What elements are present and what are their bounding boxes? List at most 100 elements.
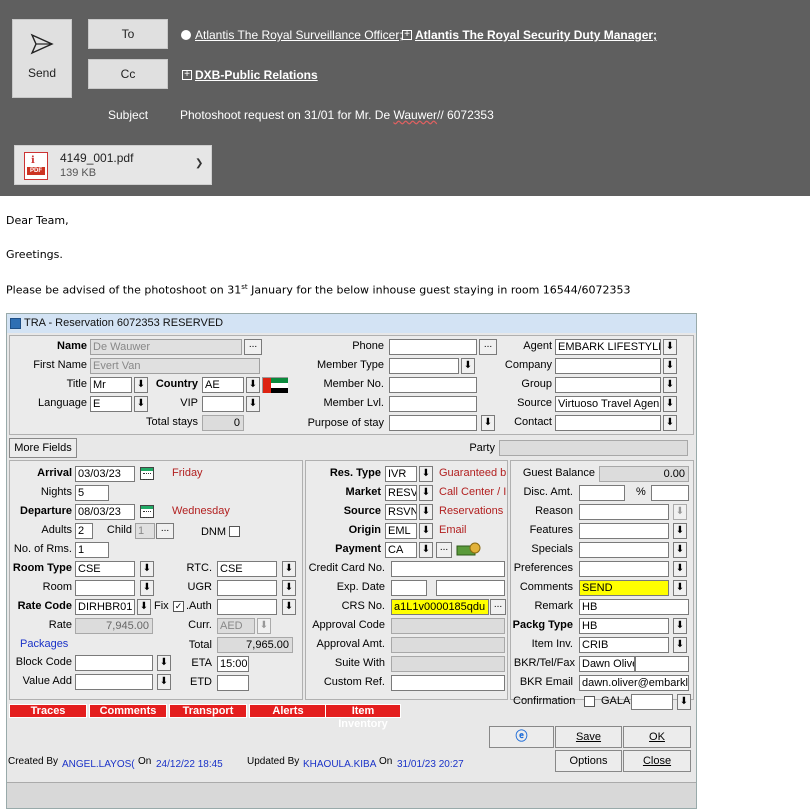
etd-field[interactable] [217, 675, 249, 691]
departure-field[interactable]: 08/03/23 [75, 504, 135, 520]
features-field[interactable] [579, 523, 669, 539]
packages-link[interactable]: Packages [20, 638, 68, 650]
calendar-icon[interactable] [140, 467, 154, 480]
auth-dropdown[interactable]: ⬇ [282, 599, 296, 615]
calendar-icon[interactable] [140, 505, 154, 518]
name-field[interactable]: De Wauwer [90, 339, 242, 355]
res-type-field[interactable]: IVR [385, 466, 417, 482]
close-button[interactable]: Close [623, 750, 691, 772]
expand-group-icon[interactable]: + [182, 70, 192, 80]
res-source-field[interactable]: RSVN [385, 504, 417, 520]
ugr-dropdown[interactable]: ⬇ [282, 580, 296, 596]
crs-field[interactable]: a1L1v0000185qdu [391, 599, 489, 615]
country-dropdown[interactable]: ⬇ [246, 377, 260, 393]
member-type-dropdown[interactable]: ⬇ [461, 358, 475, 374]
packg-type-field[interactable]: HB [579, 618, 669, 634]
dnm-checkbox[interactable] [229, 526, 240, 537]
child-ages-button[interactable]: ... [156, 523, 174, 539]
remark-field[interactable]: HB [579, 599, 689, 615]
arrival-field[interactable]: 03/03/23 [75, 466, 135, 482]
tab-alerts[interactable]: Alerts [249, 704, 327, 718]
save-button[interactable]: Save [555, 726, 622, 748]
contact-field[interactable] [555, 415, 661, 431]
company-field[interactable] [555, 358, 661, 374]
disc-amt-field[interactable] [579, 485, 625, 501]
source-field[interactable]: Virtuoso Travel Agen [555, 396, 661, 412]
adults-field[interactable]: 2 [75, 523, 93, 539]
vip-dropdown[interactable]: ⬇ [246, 396, 260, 412]
member-type-field[interactable] [389, 358, 459, 374]
phone-lookup-button[interactable]: ... [479, 339, 497, 355]
rate-code-dropdown[interactable]: ⬇ [137, 599, 151, 615]
title-field[interactable]: Mr [90, 377, 132, 393]
phone-field[interactable] [389, 339, 477, 355]
room-type-dropdown[interactable]: ⬇ [140, 561, 154, 577]
origin-dropdown[interactable]: ⬇ [419, 523, 433, 539]
bkr-email-field[interactable]: dawn.oliver@embarkl [579, 675, 689, 691]
ugr-field[interactable] [217, 580, 277, 596]
member-lvl-field[interactable] [389, 396, 477, 412]
specials-field[interactable] [579, 542, 669, 558]
bkr-fax-field[interactable] [635, 656, 689, 672]
source-dropdown[interactable]: ⬇ [663, 396, 677, 412]
country-field[interactable]: AE [202, 377, 244, 393]
cc-button[interactable]: Cc [88, 59, 168, 89]
preferences-dropdown[interactable]: ⬇ [673, 561, 687, 577]
language-field[interactable]: E [90, 396, 132, 412]
child-field[interactable]: 1 [135, 523, 155, 539]
item-inv-dropdown[interactable]: ⬇ [673, 637, 687, 653]
chevron-down-icon[interactable]: ❯ [195, 158, 203, 169]
res-type-dropdown[interactable]: ⬇ [419, 466, 433, 482]
cc-recipient-1[interactable]: DXB-Public Relations [195, 68, 318, 82]
first-name-field[interactable]: Evert Van [90, 358, 260, 374]
rtc-dropdown[interactable]: ⬇ [282, 561, 296, 577]
exp-date-field[interactable] [391, 580, 427, 596]
agent-field[interactable]: EMBARK LIFESTYLE [555, 339, 661, 355]
crs-lookup-button[interactable]: ... [490, 599, 506, 615]
block-code-dropdown[interactable]: ⬇ [157, 655, 171, 671]
to-recipient-1[interactable]: Atlantis The Royal Surveillance Officer; [195, 28, 403, 42]
gala-dropdown[interactable]: ⬇ [677, 694, 691, 710]
ok-button[interactable]: OK [623, 726, 691, 748]
credit-card-field[interactable] [391, 561, 505, 577]
to-button[interactable]: To [88, 19, 168, 49]
payment-dropdown[interactable]: ⬇ [419, 542, 433, 558]
name-lookup-button[interactable]: ... [244, 339, 262, 355]
res-source-dropdown[interactable]: ⬇ [419, 504, 433, 520]
comments-dropdown[interactable]: ⬇ [673, 580, 687, 596]
company-dropdown[interactable]: ⬇ [663, 358, 677, 374]
preferences-field[interactable] [579, 561, 669, 577]
vip-field[interactable] [202, 396, 244, 412]
nights-field[interactable]: 5 [75, 485, 109, 501]
block-code-field[interactable] [75, 655, 153, 671]
rtc-field[interactable]: CSE [217, 561, 277, 577]
tab-item-inventory[interactable]: Item Inventory [325, 704, 401, 730]
tab-comments[interactable]: Comments [89, 704, 167, 718]
browser-button[interactable]: ⓔ [489, 726, 554, 748]
language-dropdown[interactable]: ⬇ [134, 396, 148, 412]
purpose-dropdown[interactable]: ⬇ [481, 415, 495, 431]
bkr-tel-field[interactable]: Dawn Olive [579, 656, 635, 672]
disc-pct-field[interactable] [651, 485, 689, 501]
origin-field[interactable]: EML [385, 523, 417, 539]
payment-field[interactable]: CA [385, 542, 417, 558]
send-button[interactable]: Send [12, 19, 72, 98]
contact-dropdown[interactable]: ⬇ [663, 415, 677, 431]
features-dropdown[interactable]: ⬇ [673, 523, 687, 539]
to-recipient-2[interactable]: Atlantis The Royal Security Duty Manager… [415, 28, 657, 42]
packg-type-dropdown[interactable]: ⬇ [673, 618, 687, 634]
room-type-field[interactable]: CSE [75, 561, 135, 577]
room-dropdown[interactable]: ⬇ [140, 580, 154, 596]
money-icon[interactable] [456, 541, 482, 556]
group-field[interactable] [555, 377, 661, 393]
value-add-dropdown[interactable]: ⬇ [157, 674, 171, 690]
expand-group-icon[interactable]: + [402, 30, 412, 40]
options-button[interactable]: Options [555, 750, 622, 772]
tab-traces[interactable]: Traces [9, 704, 87, 718]
item-inv-field[interactable]: CRIB [579, 637, 669, 653]
member-no-field[interactable] [389, 377, 477, 393]
fix-checkbox[interactable]: ✓ [173, 601, 184, 612]
subject-input[interactable]: Photoshoot request on 31/01 for Mr. De W… [180, 108, 494, 122]
eta-field[interactable]: 15:00 [217, 656, 249, 672]
market-dropdown[interactable]: ⬇ [419, 485, 433, 501]
